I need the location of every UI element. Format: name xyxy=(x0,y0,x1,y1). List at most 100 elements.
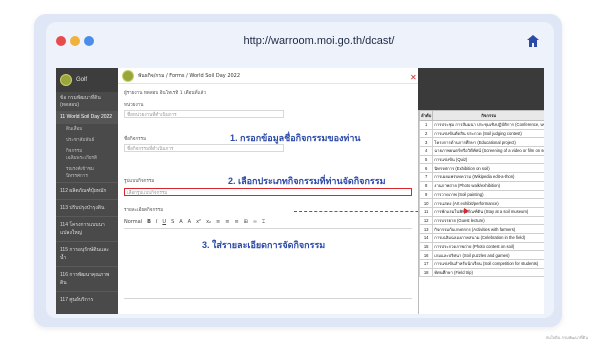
col-header-no: ลำดับ xyxy=(418,110,434,121)
table-row[interactable]: 12 การบรรยาย (Guest lecture) xyxy=(418,215,544,226)
row-number: 18 xyxy=(418,267,434,278)
table-row[interactable]: 1 การประชุม การสัมมนา ประชุมเชิงปฏิบัติกา… xyxy=(418,120,544,130)
row-number: 3 xyxy=(418,137,434,148)
table-row[interactable]: 3 โครงการด้านการศึกษา (Educational projec… xyxy=(418,137,544,148)
highlight-icon[interactable]: A xyxy=(188,219,191,225)
table-row[interactable]: 10 การแสดง (Art exhibit/performance) xyxy=(418,198,544,208)
row-activity: โครงการด้านการศึกษา (Educational project… xyxy=(432,137,544,148)
field2-label: ชื่อกิจกรรม xyxy=(124,137,147,142)
table-row[interactable]: 18 ทัศนศึกษา (Field trip) xyxy=(418,267,544,278)
sidebar-item[interactable]: ข้อ กรมพัฒนาที่ดิน (ทดสอบ) xyxy=(56,92,118,111)
field4-label: รายละเอียดกิจกรรม xyxy=(124,208,164,213)
table-row[interactable]: 4 ฉายภาพยนตร์หรือวิดีทัศน์ (Screening of … xyxy=(418,146,544,156)
url-text[interactable]: http://warroom.moi.go.th/dcast/ xyxy=(116,35,522,47)
browser-address-bar: http://warroom.moi.go.th/dcast/ xyxy=(46,22,554,60)
toolbar-style[interactable]: Normal xyxy=(124,219,142,225)
sidebar-item[interactable]: 116 การพัฒนาคุณภาพดิน xyxy=(56,265,118,291)
table-row[interactable]: 14 การเฉลิมฉลองภาคสนาม (Celebration in th… xyxy=(418,232,544,243)
bold-icon[interactable]: B xyxy=(147,219,151,225)
sidebar-item[interactable]: 115 การอนุรักษ์ดินและน้ำ xyxy=(56,240,118,266)
link-icon[interactable]: ∞ xyxy=(253,219,257,225)
field1-label: หน่วยงาน xyxy=(124,103,144,108)
sidebar-item[interactable]: 112 ผลิตภัณฑ์ปุ๋ยหมัก xyxy=(56,181,118,199)
italic-icon[interactable]: I xyxy=(156,219,157,225)
table-icon[interactable]: ⊞ xyxy=(244,219,248,225)
editor-toolbar: Normal B I U S A A x² x₂ ≡ ≡ ≡ ⊞ ∞ ⌶ xyxy=(124,219,265,225)
row-activity: การแสดง (Art exhibit/performance) xyxy=(432,198,544,208)
table-row[interactable]: 8 งานภาพถ่าย (Photo walk/exhibition) xyxy=(418,180,544,191)
form-panel: พันธกิจ/กรม / Forms / World Soil Day 202… xyxy=(118,68,464,314)
editor-bottom xyxy=(124,298,412,299)
annotation-step1: 1. กรอกข้อมูลชื่อกิจกรรมของท่าน xyxy=(230,133,361,143)
app-page: Golf ข้อ กรมพัฒนาที่ดิน (ทดสอบ) 11 World… xyxy=(56,68,544,314)
row-activity: นิทรรศการ (Exhibition on soil) xyxy=(432,163,544,174)
sidebar-item[interactable]: 114 โครงการแบบนาแปลงใหญ่ xyxy=(56,215,118,241)
close-icon[interactable]: ✕ xyxy=(410,73,417,82)
row-activity: การแข่งขันตัดสิน ประกวด (Soil judging co… xyxy=(432,128,544,139)
row-activity: ทัศนศึกษา (Field trip) xyxy=(432,267,544,278)
maximize-dot-icon[interactable] xyxy=(84,36,94,46)
header-banner xyxy=(418,68,544,110)
brand-name: Golf xyxy=(76,77,88,83)
row-number: 12 xyxy=(418,215,434,226)
table-row[interactable]: 15 การประกวดภาพถ่าย (Photo contest on soi… xyxy=(418,241,544,252)
table-row[interactable]: 17 การแข่งขันสำหรับนักเรียน (Soil competi… xyxy=(418,259,544,269)
row-activity: การประกวดภาพถ่าย (Photo contest on soil) xyxy=(432,241,544,252)
organization-input[interactable]: ชื่อหน่วยงานที่ดำเนินการ xyxy=(124,110,284,118)
table-row[interactable]: 5 การแข่งขัน (Quiz) xyxy=(418,154,544,165)
table-row[interactable]: 11 การพักแรมในพิพิธภัณฑ์ดิน (Stay at a so… xyxy=(418,206,544,217)
close-dot-icon[interactable] xyxy=(56,36,66,46)
row-activity: การแข่งขันสำหรับนักเรียน (Soil competiti… xyxy=(432,259,544,269)
row-activity: การประชุม การสัมมนา ประชุมเชิงปฏิบัติการ… xyxy=(432,120,544,130)
editor-divider xyxy=(124,228,412,229)
sidebar-subitem[interactable]: รณรงค์เข้าชมนิทรรศการ xyxy=(56,164,118,182)
clear-format-icon[interactable]: ⌶ xyxy=(262,219,265,225)
list-icon[interactable]: ≡ xyxy=(234,219,238,225)
sidebar: Golf ข้อ กรมพัฒนาที่ดิน (ทดสอบ) 11 World… xyxy=(56,68,118,314)
sidebar-subitem[interactable]: ประชาสัมพันธ์ xyxy=(56,135,118,146)
form-logo-icon xyxy=(122,69,134,82)
row-activity: การบรรยาย (Guest lecture) xyxy=(432,215,544,226)
browser-window: http://warroom.moi.go.th/dcast/ Golf ข้อ… xyxy=(46,22,554,318)
meta-line: ผู้รายงาน ทดสอบ อินโทเรทิ 1 เดือนที่แล้ว xyxy=(124,91,206,96)
annotation-step2: 2. เลือกประเภทกิจกรรมที่ท่านจัดกิจกรรม xyxy=(228,176,386,186)
activity-name-input[interactable]: ชื่อกิจกรรมที่ดำเนินการ xyxy=(124,144,284,152)
strike-icon[interactable]: S xyxy=(171,219,174,225)
table-row[interactable]: 7 การเผยแพร่บทความ (Wikipedia edit-a-thon… xyxy=(418,172,544,182)
row-activity: การวาดภาพ (Soil painting) xyxy=(432,189,544,200)
activity-type-select[interactable]: เลือกรูปแบบกิจกรรม xyxy=(124,188,412,196)
table-row[interactable]: 9 การวาดภาพ (Soil painting) xyxy=(418,189,544,200)
form-topbar: พันธกิจ/กรม / Forms / World Soil Day 202… xyxy=(118,68,418,84)
row-number: 7 xyxy=(418,172,434,182)
table-row[interactable]: 16 เกมและปริศนา (Soil puzzles and games) xyxy=(418,250,544,260)
minimize-dot-icon[interactable] xyxy=(70,36,80,46)
sidebar-subitem[interactable]: ดินเสื่อม xyxy=(56,124,118,135)
row-number: 1 xyxy=(418,120,434,130)
table-row[interactable]: 2 การแข่งขันตัดสิน ประกวด (Soil judging c… xyxy=(418,128,544,139)
row-number: 6 xyxy=(418,163,434,174)
row-number: 15 xyxy=(418,241,434,252)
col-header-activity: กิจกรรม xyxy=(432,110,544,121)
sidebar-item[interactable]: 113 ปรับปรุงบำรุงดิน xyxy=(56,198,118,216)
annotation-step3: 3. ใส่รายละเอียดการจัดกิจกรรม xyxy=(202,240,326,250)
underline-icon[interactable]: U xyxy=(162,219,166,225)
row-number: 17 xyxy=(418,259,434,269)
align-left-icon[interactable]: ≡ xyxy=(216,219,220,225)
sidebar-item[interactable]: 117 ศูนย์บริการ xyxy=(56,290,118,308)
row-number: 2 xyxy=(418,128,434,139)
text-color-icon[interactable]: A xyxy=(179,219,182,225)
breadcrumb[interactable]: พันธกิจ/กรม / Forms / World Soil Day 202… xyxy=(138,72,240,80)
table-row[interactable]: 13 กิจกรรมกับเกษตรกร (Activities with far… xyxy=(418,224,544,234)
sidebar-subitem[interactable]: กิจกรรมเฉลิมพระเกียรติ xyxy=(56,146,118,164)
subscript-icon[interactable]: x₂ xyxy=(206,219,211,225)
row-activity: เกมและปริศนา (Soil puzzles and games) xyxy=(432,250,544,260)
sidebar-item-active[interactable]: 11 World Soil Day 2022 xyxy=(56,111,118,124)
table-row[interactable]: 6 นิทรรศการ (Exhibition on soil) xyxy=(418,163,544,174)
row-number: 9 xyxy=(418,189,434,200)
home-icon[interactable] xyxy=(522,30,544,52)
superscript-icon[interactable]: x² xyxy=(196,219,201,225)
align-center-icon[interactable]: ≡ xyxy=(225,219,229,225)
window-controls xyxy=(56,36,116,46)
sidebar-brand[interactable]: Golf xyxy=(56,68,118,92)
row-activity: กิจกรรมกับเกษตรกร (Activities with farme… xyxy=(432,224,544,234)
